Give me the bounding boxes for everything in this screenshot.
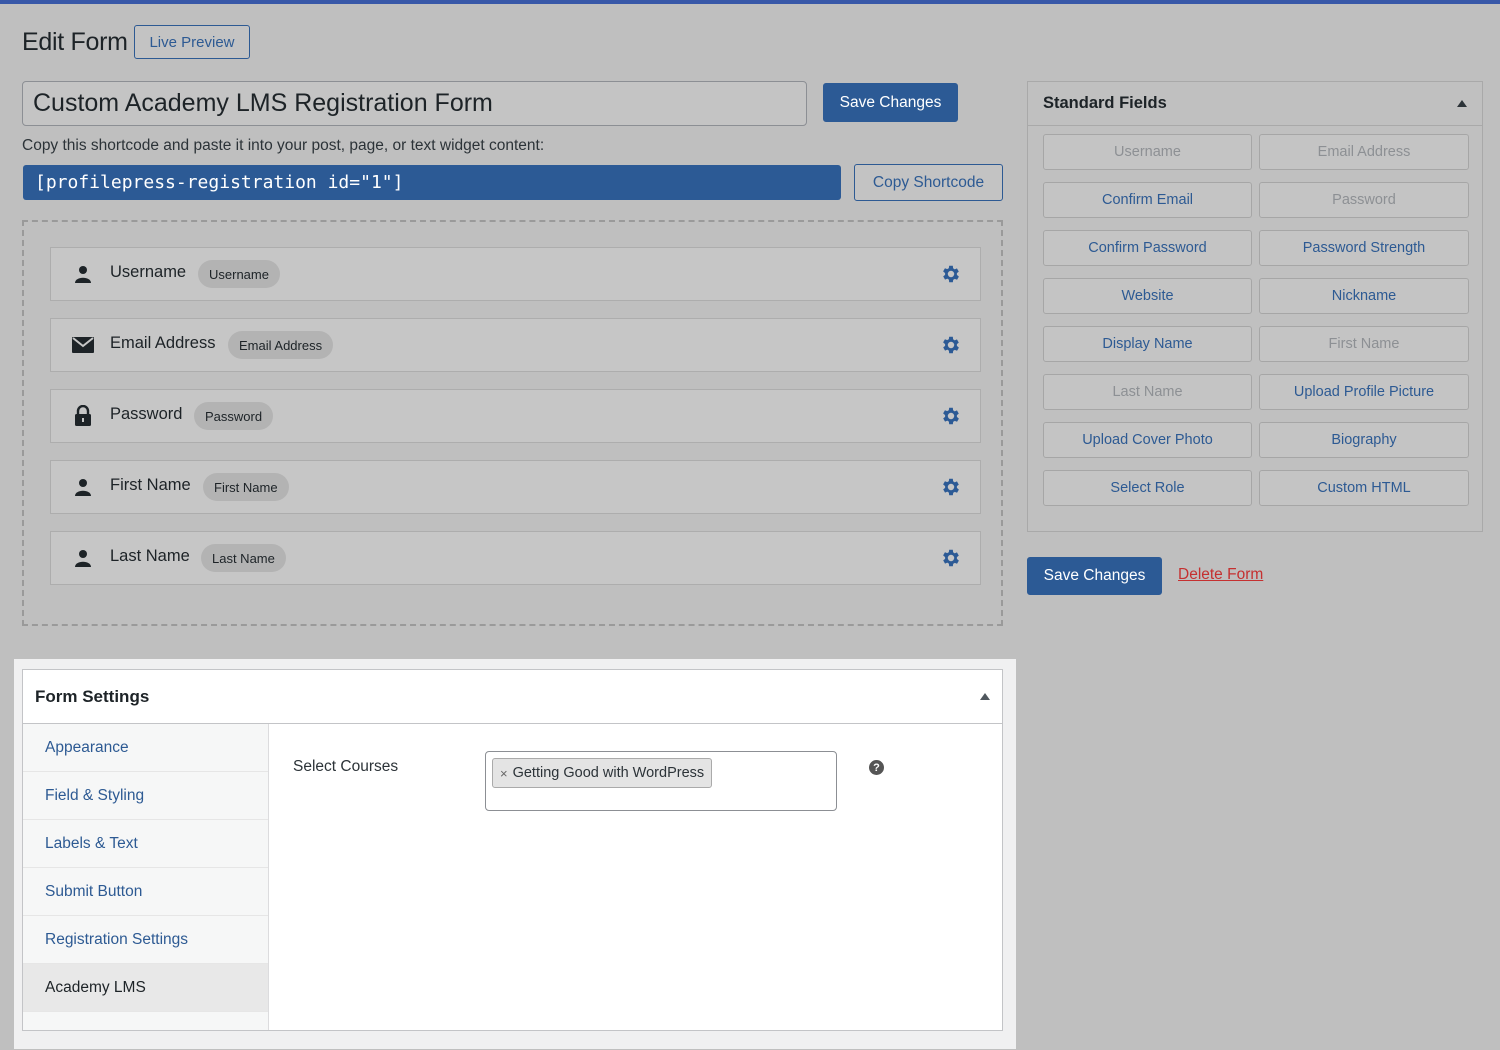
- field-label: Password: [110, 405, 183, 423]
- field-type-badge: Last Name: [201, 544, 286, 572]
- remove-chip-icon[interactable]: ×: [500, 766, 508, 781]
- standard-fields-panel: Standard Fields Username Email Address C…: [1027, 81, 1483, 532]
- std-field-nickname[interactable]: Nickname: [1259, 278, 1469, 314]
- field-type-badge: First Name: [203, 473, 289, 501]
- select-courses-label: Select Courses: [293, 758, 399, 775]
- settings-tab-academy-lms[interactable]: Academy LMS: [23, 964, 268, 1012]
- std-field-website[interactable]: Website: [1043, 278, 1252, 314]
- user-icon: [71, 546, 95, 570]
- settings-tab-list: Appearance Field & Styling Labels & Text…: [23, 724, 269, 1030]
- form-settings-header[interactable]: Form Settings: [23, 670, 1002, 724]
- std-field-last-name[interactable]: Last Name: [1043, 374, 1252, 410]
- collapse-caret-icon[interactable]: [980, 693, 990, 700]
- gear-icon[interactable]: [940, 405, 962, 427]
- form-settings-title: Form Settings: [35, 686, 150, 706]
- shortcode-field[interactable]: [profilepress-registration id="1"]: [23, 165, 841, 200]
- field-label: Last Name: [110, 547, 190, 565]
- delete-form-link[interactable]: Delete Form: [1178, 566, 1263, 584]
- std-field-confirm-password[interactable]: Confirm Password: [1043, 230, 1252, 266]
- std-field-select-role[interactable]: Select Role: [1043, 470, 1252, 506]
- std-field-password[interactable]: Password: [1259, 182, 1469, 218]
- std-field-username[interactable]: Username: [1043, 134, 1252, 170]
- help-icon[interactable]: ?: [869, 760, 884, 775]
- std-field-upload-profile-picture[interactable]: Upload Profile Picture: [1259, 374, 1469, 410]
- shortcode-help-text: Copy this shortcode and paste it into yo…: [22, 137, 545, 154]
- field-row-first-name[interactable]: First Name First Name: [50, 460, 981, 514]
- std-field-biography[interactable]: Biography: [1259, 422, 1469, 458]
- page-title: Edit Form: [22, 28, 128, 56]
- envelope-icon: [71, 333, 95, 357]
- field-label: First Name: [110, 476, 191, 494]
- field-row-email[interactable]: Email Address Email Address: [50, 318, 981, 372]
- settings-tab-submit-button[interactable]: Submit Button: [23, 868, 268, 916]
- settings-tab-appearance[interactable]: Appearance: [23, 724, 268, 772]
- std-field-upload-cover-photo[interactable]: Upload Cover Photo: [1043, 422, 1252, 458]
- settings-tab-field-styling[interactable]: Field & Styling: [23, 772, 268, 820]
- lock-icon: [71, 404, 95, 428]
- field-type-badge: Email Address: [228, 331, 334, 359]
- selected-course-label: Getting Good with WordPress: [512, 765, 705, 781]
- field-type-badge: Username: [198, 260, 280, 288]
- admin-top-bar: [0, 0, 1500, 4]
- std-field-first-name[interactable]: First Name: [1259, 326, 1469, 362]
- std-field-email-address[interactable]: Email Address: [1259, 134, 1469, 170]
- form-title-input[interactable]: Custom Academy LMS Registration Form: [22, 81, 807, 126]
- field-row-password[interactable]: Password Password: [50, 389, 981, 443]
- field-row-username[interactable]: Username Username: [50, 247, 981, 301]
- form-settings-panel: Form Settings Appearance Field & Styling…: [22, 669, 1003, 1031]
- live-preview-button[interactable]: Live Preview: [134, 25, 250, 59]
- std-field-confirm-email[interactable]: Confirm Email: [1043, 182, 1252, 218]
- std-field-custom-html[interactable]: Custom HTML: [1259, 470, 1469, 506]
- save-changes-button[interactable]: Save Changes: [823, 83, 958, 122]
- user-icon: [71, 475, 95, 499]
- field-row-last-name[interactable]: Last Name Last Name: [50, 531, 981, 585]
- std-field-display-name[interactable]: Display Name: [1043, 326, 1252, 362]
- collapse-caret-icon[interactable]: [1457, 100, 1467, 107]
- standard-fields-grid: Username Email Address Confirm Email Pas…: [1043, 134, 1469, 506]
- settings-tab-labels-text[interactable]: Labels & Text: [23, 820, 268, 868]
- save-changes-bottom-button[interactable]: Save Changes: [1027, 557, 1162, 595]
- field-type-badge: Password: [194, 402, 274, 430]
- selected-course-chip: × Getting Good with WordPress: [492, 758, 713, 788]
- user-icon: [71, 262, 95, 286]
- field-label: Username: [110, 263, 187, 281]
- gear-icon[interactable]: [940, 547, 962, 569]
- gear-icon[interactable]: [940, 263, 962, 285]
- std-field-password-strength[interactable]: Password Strength: [1259, 230, 1469, 266]
- standard-fields-title: Standard Fields: [1043, 94, 1167, 112]
- standard-fields-header[interactable]: Standard Fields: [1028, 82, 1482, 126]
- select-courses-input[interactable]: × Getting Good with WordPress: [485, 751, 837, 811]
- gear-icon[interactable]: [940, 476, 962, 498]
- gear-icon[interactable]: [940, 334, 962, 356]
- form-builder-dropzone: Username Username Email Address Email Ad…: [22, 220, 1003, 626]
- field-label: Email Address: [110, 334, 216, 352]
- copy-shortcode-button[interactable]: Copy Shortcode: [854, 164, 1003, 201]
- settings-tab-registration-settings[interactable]: Registration Settings: [23, 916, 268, 964]
